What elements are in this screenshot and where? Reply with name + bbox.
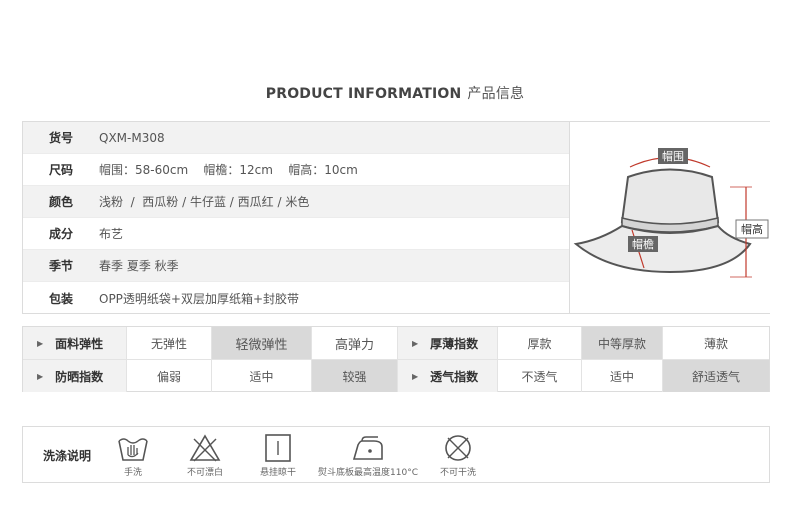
wash-item-no-bleach: 不可漂白	[175, 433, 235, 478]
label-brim: 帽檐	[632, 237, 654, 251]
wash-item-no-dry-clean: 不可干洗	[428, 433, 488, 478]
wash-item-iron: 熨斗底板最高温度110°C	[313, 433, 423, 478]
option-strong: 较强	[312, 360, 398, 392]
label-height: 帽高	[741, 222, 763, 236]
info-value: 帽围：58-60cm 帽檐：12cm 帽高：10cm	[99, 163, 358, 177]
wash-instructions: 洗涤说明 手洗 不可漂白 悬挂晾干 熨斗底板最高温度110°C 不可干洗	[22, 426, 770, 483]
option-not-breathable: 不透气	[498, 360, 582, 392]
option-medium-thick: 中等厚款	[582, 327, 663, 359]
hand-wash-icon	[118, 438, 148, 461]
info-row-material: 成分 布艺	[23, 218, 569, 250]
hat-size-diagram: 帽围 帽高 帽檐	[569, 122, 770, 313]
no-dry-clean-icon	[445, 435, 471, 461]
properties-table: ▶ 面料弹性 无弹性 轻微弹性 高弹力 ▶ 厚薄指数 厚款 中等厚款 薄款 ▶ 防晒指…	[22, 326, 770, 392]
breath-label-text: 透气指数	[430, 369, 479, 384]
label-circumference: 帽围	[662, 150, 684, 163]
option-weak: 偏弱	[127, 360, 212, 392]
info-row-color: 颜色 浅粉 / 西瓜粉 / 牛仔蓝 / 西瓜红 / 米色	[23, 186, 569, 218]
triangle-icon: ▶	[412, 338, 419, 348]
info-value: OPP透明纸袋+双层加厚纸箱+封胶带	[99, 291, 300, 306]
thickness-label: ▶ 厚薄指数	[398, 327, 498, 359]
wash-item-label: 悬挂晾干	[259, 468, 296, 478]
option-no-elastic: 无弹性	[127, 327, 212, 359]
wash-item-hang-dry: 悬挂晾干	[248, 433, 308, 478]
wash-item-hand-wash: 手洗	[113, 433, 153, 478]
info-label: 成分	[49, 227, 74, 241]
title-en: PRODUCT INFORMATION	[265, 86, 462, 102]
breath-label: ▶ 透气指数	[398, 360, 498, 392]
hat-crown	[620, 168, 720, 229]
hat-diagram-svg: 帽围 帽高 帽檐	[573, 148, 769, 278]
option-thick: 厚款	[498, 327, 582, 359]
title-cn: 产品信息	[467, 86, 525, 102]
elastic-label-text: 面料弹性	[55, 336, 104, 351]
triangle-icon: ▶	[37, 371, 44, 381]
info-label: 货号	[49, 131, 74, 145]
info-value: 布艺	[99, 227, 124, 241]
info-label: 尺码	[49, 163, 74, 177]
wash-item-label: 不可干洗	[439, 468, 476, 478]
wash-item-label: 熨斗底板最高温度110°C	[318, 468, 418, 478]
option-slight-elastic: 轻微弹性	[212, 327, 312, 359]
iron-icon	[352, 436, 383, 460]
triangle-icon: ▶	[412, 371, 419, 381]
sun-label-text: 防晒指数	[55, 369, 104, 384]
properties-row-1: ▶ 面料弹性 无弹性 轻微弹性 高弹力 ▶ 厚薄指数 厚款 中等厚款 薄款	[23, 327, 769, 360]
hat-brim	[573, 224, 752, 274]
wash-item-label: 不可漂白	[186, 468, 223, 478]
info-row-item-no: 货号 QXM-M308	[23, 122, 569, 154]
option-thin: 薄款	[703, 336, 728, 351]
triangle-icon: ▶	[37, 338, 44, 348]
option-moderate: 适中	[212, 360, 312, 392]
info-label: 包装	[49, 291, 74, 306]
info-row-size: 尺码 帽围：58-60cm 帽檐：12cm 帽高：10cm	[23, 154, 569, 186]
wash-item-label: 手洗	[123, 468, 142, 478]
hang-dry-icon	[265, 434, 291, 462]
option-comfortable-breathable: 舒适透气	[663, 360, 769, 392]
option-high-elastic: 高弹力	[312, 327, 398, 359]
page-title: PRODUCT INFORMATION 产品信息	[0, 83, 790, 103]
info-value: 浅粉 / 西瓜粉 / 牛仔蓝 / 西瓜红 / 米色	[99, 195, 310, 209]
no-bleach-icon	[189, 434, 221, 462]
info-row-package: 包装 OPP透明纸袋+双层加厚纸箱+封胶带	[23, 282, 569, 314]
product-info-table: 货号 QXM-M308 尺码 帽围：58-60cm 帽檐：12cm 帽高：10c…	[22, 121, 770, 314]
info-rows: 货号 QXM-M308 尺码 帽围：58-60cm 帽檐：12cm 帽高：10c…	[23, 122, 569, 314]
info-value: QXM-M308	[99, 130, 165, 145]
info-row-season: 季节 春季 夏季 秋季	[23, 250, 569, 282]
elastic-label: ▶ 面料弹性	[23, 327, 127, 359]
info-label: 颜色	[49, 195, 74, 209]
sun-label: ▶ 防晒指数	[23, 360, 127, 392]
info-label: 季节	[49, 259, 74, 273]
info-value: 春季 夏季 秋季	[99, 259, 179, 273]
properties-row-2: ▶ 防晒指数 偏弱 适中 较强 ▶ 透气指数 不透气 适中 舒适透气	[23, 360, 769, 392]
wash-label: 洗涤说明	[43, 449, 92, 463]
option-breath-moderate: 适中	[582, 360, 663, 392]
thickness-label-text: 厚薄指数	[430, 336, 479, 351]
